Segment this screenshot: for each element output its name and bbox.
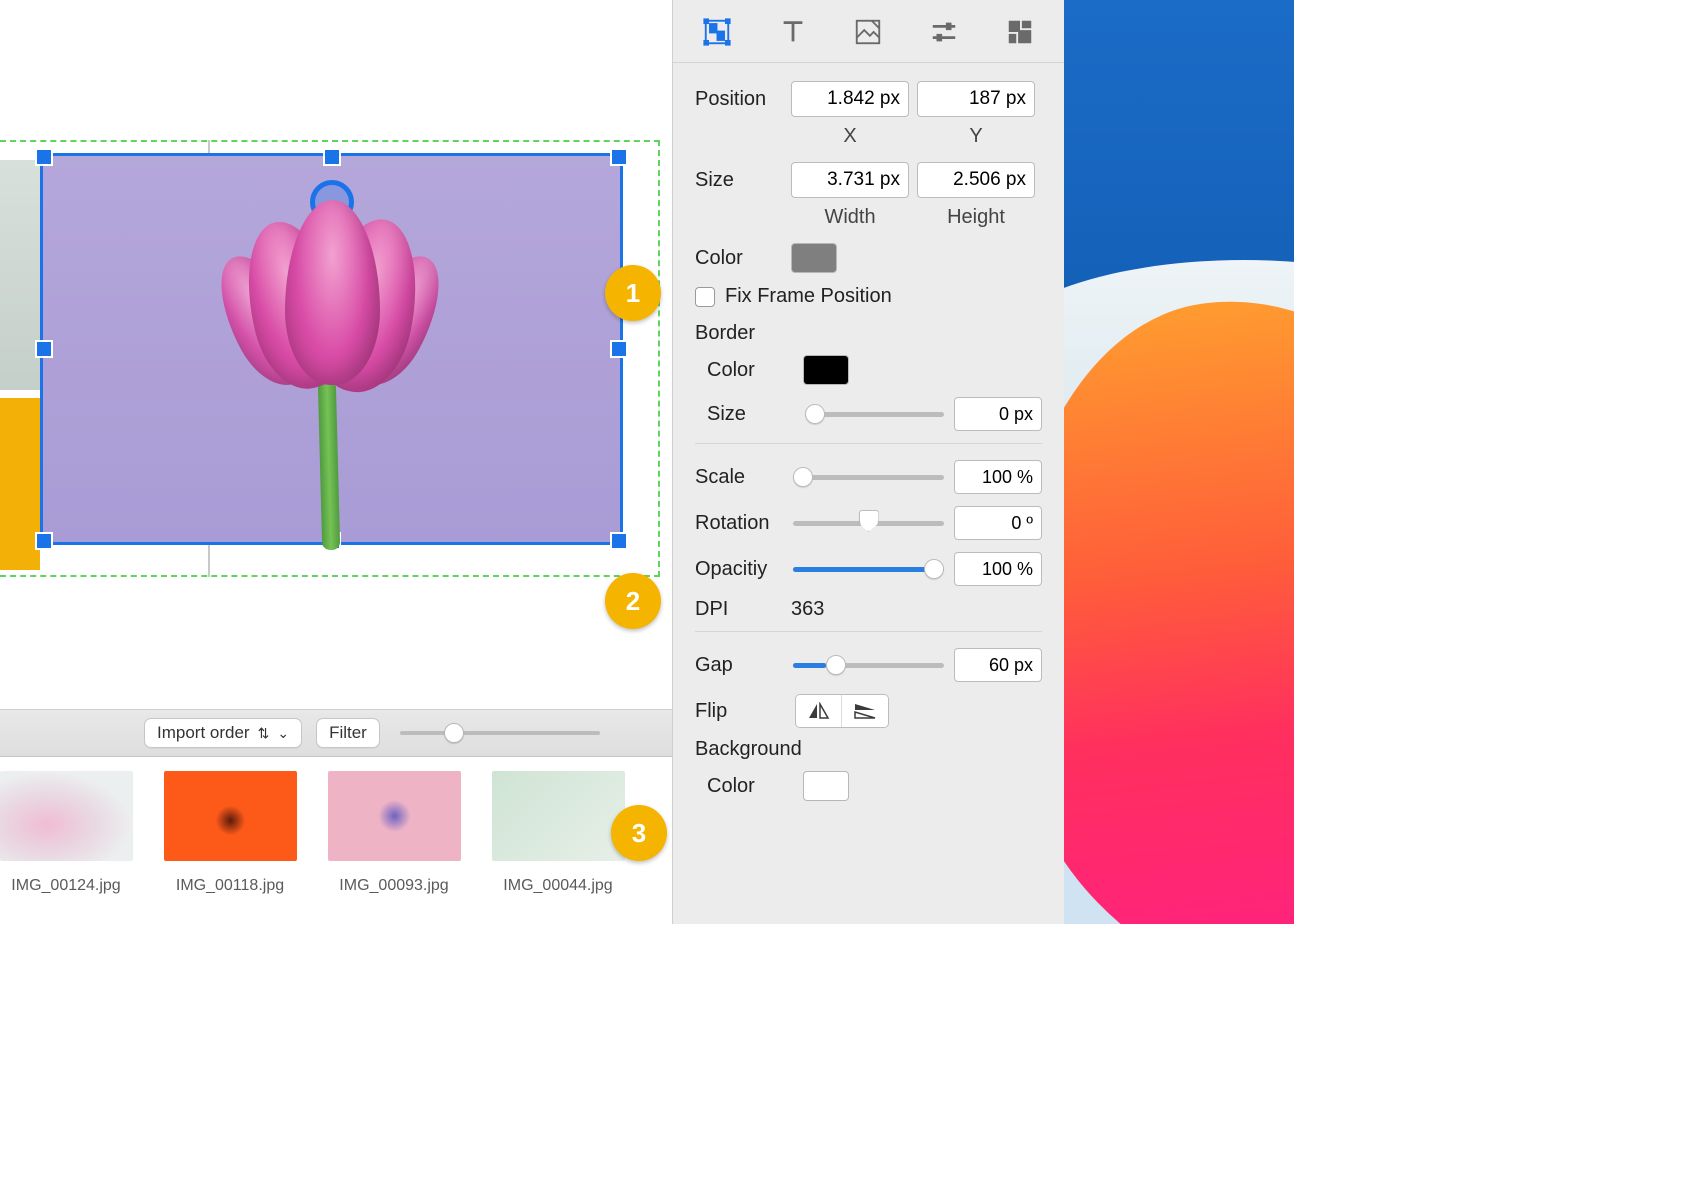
gap-field[interactable] [954,648,1042,682]
border-size-field[interactable] [954,397,1042,431]
thumbnail-item[interactable]: IMG_00044.jpg [488,771,628,895]
border-color-swatch[interactable] [803,355,849,385]
width-label: Width [791,206,909,229]
dpi-label: DPI [695,598,783,621]
height-field[interactable] [917,162,1035,198]
thumbnail-filename: IMG_00093.jpg [324,877,464,895]
selected-image-content [210,180,450,540]
flip-vertical-button[interactable] [842,695,888,727]
opacity-slider[interactable] [793,558,944,580]
divider [695,443,1042,444]
sort-dropdown[interactable]: Import order ⇅ ⌄ [144,718,302,748]
filter-label: Filter [329,723,367,743]
thumbnail-filename: IMG_00118.jpg [160,877,300,895]
thumbnail-zoom-slider[interactable] [400,723,600,743]
resize-handle-br[interactable] [612,534,626,548]
width-field[interactable] [791,162,909,198]
sort-asc-icon: ⇅ [258,726,270,740]
gap-slider[interactable] [793,654,944,676]
background-color-swatch[interactable] [803,771,849,801]
filter-button[interactable]: Filter [316,718,380,748]
rotation-label: Rotation [695,512,783,535]
arrange-icon [1005,17,1035,47]
flip-vertical-icon [853,702,877,720]
tab-arrange[interactable] [1000,12,1040,52]
position-y-field[interactable] [917,81,1035,117]
geometry-icon [702,17,732,47]
rotation-slider[interactable] [793,512,944,534]
thumbnail-strip: IMG_00124.jpg IMG_00118.jpg IMG_00093.jp… [0,757,672,895]
border-heading: Border [695,322,1042,345]
gap-label: Gap [695,654,783,677]
thumbnail-image [0,771,133,861]
fix-frame-checkbox[interactable] [695,287,715,307]
inspector-sidebar: Position X Y Size Width Height Color [672,0,1064,924]
color-label: Color [695,247,783,270]
background-color-label: Color [707,775,795,798]
position-x-field[interactable] [791,81,909,117]
slider-knob[interactable] [444,723,464,743]
rotation-field[interactable] [954,506,1042,540]
x-label: X [791,125,909,148]
thumbnail-item[interactable]: IMG_00093.jpg [324,771,464,895]
tab-text[interactable] [773,12,813,52]
resize-handle-tl[interactable] [37,150,51,164]
y-label: Y [917,125,1035,148]
thumbnail-item[interactable]: IMG_00124.jpg [0,771,136,895]
background-heading: Background [695,738,1042,761]
annotation-callout-3: 3 [611,805,667,861]
scale-slider[interactable] [793,466,944,488]
resize-handle-t[interactable] [325,150,339,164]
resize-handle-r[interactable] [612,342,626,356]
fix-frame-label: Fix Frame Position [725,285,892,308]
sort-label: Import order [157,723,250,743]
canvas-area: 1 2 3 Import order ⇅ ⌄ Filter [0,0,672,924]
position-label: Position [695,88,783,111]
image-icon [853,17,883,47]
sliders-icon [929,17,959,47]
divider [695,631,1042,632]
dpi-value: 363 [791,598,824,621]
thumbnail-filename: IMG_00044.jpg [488,877,628,895]
chevron-down-icon: ⌄ [277,726,289,740]
thumbnail-image [164,771,297,861]
filmstrip-toolbar: Import order ⇅ ⌄ Filter [0,710,672,757]
resize-handle-l[interactable] [37,342,51,356]
size-label: Size [695,169,783,192]
thumbnail-filename: IMG_00124.jpg [0,877,136,895]
resize-handle-bl[interactable] [37,534,51,548]
border-size-slider[interactable] [805,403,944,425]
inspector-tabs [673,0,1064,63]
resize-handle-tr[interactable] [612,150,626,164]
desktop-wallpaper [1064,0,1294,924]
text-icon [778,17,808,47]
tab-geometry[interactable] [697,12,737,52]
flip-horizontal-button[interactable] [796,695,842,727]
flip-segmented [795,694,889,728]
annotation-callout-1: 1 [605,265,661,321]
annotation-callout-2: 2 [605,573,661,629]
tab-image[interactable] [848,12,888,52]
tab-adjustments[interactable] [924,12,964,52]
thumbnail-image [328,771,461,861]
fill-color-swatch[interactable] [791,243,837,273]
thumbnail-image [492,771,625,861]
border-size-label: Size [707,403,795,426]
flip-label: Flip [695,700,783,723]
thumbnail-item[interactable]: IMG_00118.jpg [160,771,300,895]
canvas[interactable]: 1 2 3 [0,0,672,709]
filmstrip: Import order ⇅ ⌄ Filter IMG_00124.jpg [0,709,672,924]
inspector-panel: Position X Y Size Width Height Color [673,63,1064,825]
height-label: Height [917,206,1035,229]
opacity-label: Opacitiy [695,558,783,581]
scale-field[interactable] [954,460,1042,494]
scale-label: Scale [695,466,783,489]
flip-horizontal-icon [807,702,831,720]
opacity-field[interactable] [954,552,1042,586]
border-color-label: Color [707,359,795,382]
